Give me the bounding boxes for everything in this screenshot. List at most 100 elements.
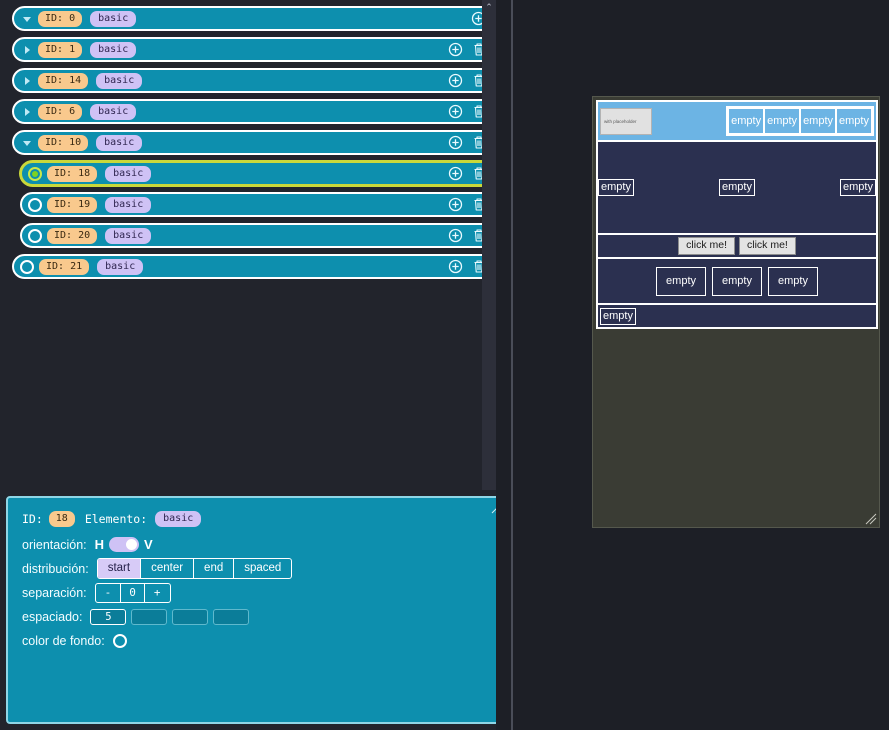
preview-top-empty-group: empty empty empty empty	[726, 106, 874, 136]
tree-row-actions	[448, 42, 486, 57]
separation-label: separación:	[22, 585, 87, 600]
preview-bottom-empty-row: empty empty empty	[598, 259, 876, 305]
preview-root-element: with placeholder empty empty empty empty em…	[596, 100, 878, 329]
background-color-row: color de fondo:	[22, 630, 496, 651]
preview-empty-label: empty	[656, 266, 707, 296]
spacing-input-0[interactable]: 5	[90, 608, 127, 625]
property-id-label: ID:	[22, 511, 43, 526]
tree-row-actions	[448, 197, 486, 212]
tree-row-id-badge: ID: 1	[38, 41, 83, 58]
distribution-option-spaced[interactable]: spaced	[234, 559, 291, 578]
add-child-icon[interactable]	[448, 197, 463, 212]
tree-row-actions	[448, 73, 486, 88]
spacing-label: espaciado:	[22, 609, 83, 624]
radio-icon[interactable]	[28, 166, 42, 181]
radio-icon[interactable]	[28, 197, 42, 212]
element-tree: ID: 0 basic ID: 1 basic ID: 14 basic ID: 6 basi…	[0, 0, 496, 490]
add-child-icon[interactable]	[448, 73, 463, 88]
chevron-right-icon[interactable]	[20, 43, 34, 57]
tree-row-actions	[448, 166, 486, 181]
scroll-up-arrow-icon[interactable]: ⌃	[482, 0, 496, 14]
property-element-value: basic	[155, 510, 202, 527]
tree-row-id-badge: ID: 0	[38, 10, 83, 27]
tree-row[interactable]: ID: 20 basic	[20, 223, 496, 248]
tree-row-type-badge: basic	[90, 103, 137, 120]
properties-panel: ID: 18 Elemento: basic orientación: H V …	[6, 496, 496, 724]
preview-empty-label: empty	[840, 179, 876, 196]
tree-row[interactable]: ID: 1 basic	[12, 37, 496, 62]
tree-scrollbar[interactable]: ⌃	[482, 0, 496, 490]
tree-row-id-badge: ID: 14	[38, 72, 89, 89]
tree-row-type-badge: basic	[96, 134, 143, 151]
tree-row-id-badge: ID: 6	[38, 103, 83, 120]
spacing-inputs: 5	[90, 608, 250, 625]
background-color-swatch[interactable]	[112, 633, 127, 648]
left-panel: ID: 0 basic ID: 1 basic ID: 14 basic ID: 6 basi…	[0, 0, 496, 730]
tree-row-actions	[448, 135, 486, 150]
chevron-right-icon[interactable]	[20, 74, 34, 88]
tree-row[interactable]: ID: 14 basic	[12, 68, 496, 93]
distribution-option-center[interactable]: center	[141, 559, 195, 578]
separation-increment-button[interactable]: +	[145, 584, 170, 602]
add-child-icon[interactable]	[448, 104, 463, 119]
add-child-icon[interactable]	[448, 228, 463, 243]
preview-text-input[interactable]: with placeholder	[600, 107, 652, 135]
property-element-label: Elemento:	[84, 511, 148, 526]
chevron-down-icon[interactable]	[20, 12, 34, 26]
tree-row-type-badge: basic	[90, 41, 137, 58]
orientation-option-h[interactable]: H	[95, 537, 104, 552]
distribution-segmented-control[interactable]: start center end spaced	[96, 558, 293, 579]
radio-icon[interactable]	[20, 259, 34, 274]
add-child-icon[interactable]	[448, 259, 463, 274]
tree-row-id-badge: ID: 18	[47, 165, 98, 182]
preview-click-me-button[interactable]: click me!	[739, 237, 796, 255]
panel-divider[interactable]	[511, 0, 513, 730]
tree-row-id-badge: ID: 10	[38, 134, 89, 151]
tree-row-type-badge: basic	[105, 165, 152, 182]
tree-row[interactable]: ID: 18 basic	[20, 161, 496, 186]
tree-row[interactable]: ID: 21 basic	[12, 254, 496, 279]
radio-icon[interactable]	[28, 228, 42, 243]
tree-row-id-badge: ID: 20	[47, 227, 98, 244]
preview-empty-label: empty	[800, 108, 837, 134]
tree-row-type-badge: basic	[105, 227, 152, 244]
spacing-input-3[interactable]	[213, 608, 250, 625]
separation-value[interactable]: 0	[121, 583, 145, 602]
tree-row-id-badge: ID: 21	[39, 258, 90, 275]
tree-row-type-badge: basic	[97, 258, 144, 275]
separation-decrement-button[interactable]: -	[96, 583, 122, 602]
add-child-icon[interactable]	[448, 166, 463, 181]
orientation-option-v[interactable]: V	[144, 537, 153, 552]
distribution-label: distribución:	[22, 561, 89, 576]
tree-row-actions	[448, 259, 486, 274]
preview-empty-label: empty	[764, 108, 801, 134]
tree-row-type-badge: basic	[96, 72, 143, 89]
spacing-row: espaciado: 5	[22, 606, 496, 627]
preview-topbar: with placeholder empty empty empty empty	[598, 102, 876, 142]
chevron-down-icon[interactable]	[20, 136, 34, 150]
background-color-label: color de fondo:	[22, 633, 105, 648]
tree-row[interactable]: ID: 10 basic	[12, 130, 496, 155]
spacing-input-2[interactable]	[172, 608, 209, 625]
orientation-toggle[interactable]	[109, 537, 140, 552]
distribution-row: distribución: start center end spaced	[22, 558, 496, 579]
distribution-option-start[interactable]: start	[97, 559, 142, 578]
add-child-icon[interactable]	[448, 42, 463, 57]
preview-empty-label: empty	[712, 266, 762, 296]
tree-row[interactable]: ID: 6 basic	[12, 99, 496, 124]
chevron-right-icon[interactable]	[20, 105, 34, 119]
preview-footer-label: empty	[600, 307, 636, 325]
preview-middle-section: empty empty empty	[598, 142, 876, 235]
distribution-option-end[interactable]: end	[194, 559, 235, 578]
properties-resize-handle[interactable]	[491, 500, 496, 514]
preview-click-me-button[interactable]: click me!	[678, 237, 735, 255]
preview-resize-handle[interactable]	[865, 513, 877, 525]
orientation-label: orientación:	[22, 537, 87, 552]
tree-row[interactable]: ID: 0 basic	[12, 6, 496, 31]
properties-header: ID: 18 Elemento: basic	[22, 508, 496, 529]
tree-row[interactable]: ID: 19 basic	[20, 192, 496, 217]
spacing-input-1[interactable]	[131, 608, 168, 625]
add-child-icon[interactable]	[448, 135, 463, 150]
property-id-value: 18	[48, 510, 75, 527]
separation-stepper[interactable]: - 0 +	[94, 582, 171, 603]
